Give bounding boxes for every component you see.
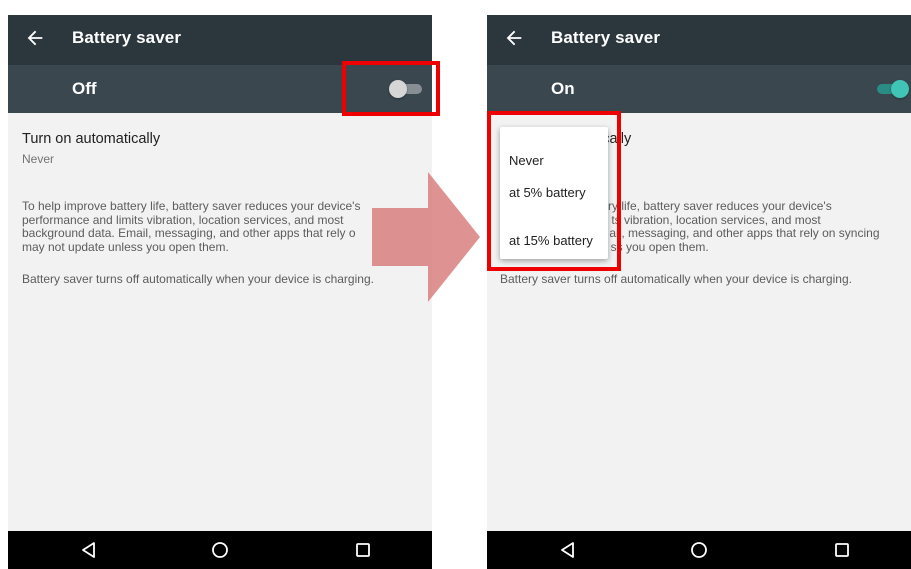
page-title: Battery saver (551, 28, 661, 47)
toggle-thumb (389, 80, 407, 98)
left-screen: Battery saver Off Turn on automatically … (8, 15, 432, 569)
description-line: m ts vibration, location services, and m… (598, 212, 821, 227)
description-line: To help improve battery life, battery sa… (22, 199, 361, 213)
switch-state-label: On (551, 79, 575, 98)
menu-item-never[interactable]: Never (509, 153, 544, 168)
triangle-back-icon[interactable] (559, 541, 577, 559)
circle-home-icon[interactable] (211, 541, 229, 559)
arrow-left-icon[interactable] (503, 27, 525, 49)
description-line: may not update unless you open them. (22, 239, 229, 254)
switch-bar[interactable]: Off (8, 65, 432, 113)
description-line: background data. Email, messaging, and o… (22, 226, 356, 240)
footer-text: Battery saver turns off automatically wh… (500, 272, 852, 286)
battery-saver-toggle[interactable] (877, 80, 909, 98)
battery-saver-toggle[interactable] (389, 80, 422, 98)
pref-title: Turn on automatically (22, 131, 161, 147)
nav-bar (8, 531, 432, 569)
nav-bar (487, 531, 911, 569)
transition-arrow-icon (372, 172, 480, 302)
description-line: tt ry life, battery saver reduces your d… (598, 199, 832, 213)
switch-bar[interactable]: On (487, 65, 911, 113)
footer-text: Battery saver turns off automatically wh… (22, 272, 374, 286)
app-bar: Battery saver (487, 15, 911, 65)
page-title: Battery saver (72, 28, 182, 47)
square-recents-icon[interactable] (833, 541, 851, 559)
circle-home-icon[interactable] (690, 541, 708, 559)
arrow-left-icon[interactable] (24, 27, 46, 49)
popup-menu: Never at 5% battery at 15% battery (500, 127, 608, 259)
right-screen: Battery saver On ically tt ry life, batt… (487, 15, 911, 569)
menu-item-15-percent[interactable]: at 15% battery (509, 233, 593, 248)
square-recents-icon[interactable] (354, 541, 372, 559)
toggle-thumb (891, 80, 909, 98)
triangle-back-icon[interactable] (80, 541, 98, 559)
description-line: le ss you open them. (598, 239, 709, 254)
description-text: tt ry life, battery saver reduces your d… (598, 199, 911, 254)
description-text: To help improve battery life, battery sa… (22, 199, 422, 254)
description-line: E ail, messaging, and other apps that re… (598, 226, 880, 240)
pref-summary: Never (22, 152, 55, 166)
menu-item-5-percent[interactable]: at 5% battery (509, 185, 586, 200)
app-bar: Battery saver (8, 15, 432, 65)
switch-state-label: Off (72, 79, 97, 98)
description-line: performance and limits vibration, locati… (22, 212, 344, 227)
